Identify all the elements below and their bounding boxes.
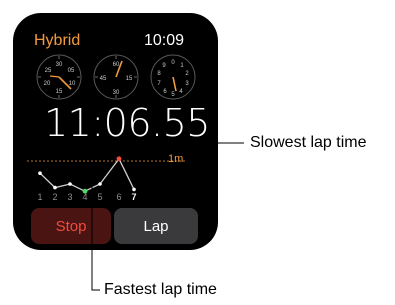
lap-number: 4: [82, 192, 88, 202]
seconds-subdial: 60 45 15 30: [93, 54, 139, 100]
stop-button[interactable]: Stop: [31, 208, 111, 244]
lap-number-row: 12345 67: [33, 192, 173, 206]
lap-number: 6: [116, 192, 122, 202]
svg-text:6: 6: [163, 89, 167, 95]
current-time: 10:09: [144, 32, 185, 49]
lap-point: [68, 182, 72, 186]
tenths-subdial: 0 1 9 2 8 3 7 4 6 5: [150, 54, 196, 100]
elapsed-time: 11:06.55: [44, 101, 210, 145]
svg-text:45: 45: [100, 76, 107, 82]
slowest-lap-callout: Slowest lap time: [250, 134, 367, 151]
svg-text:05: 05: [68, 68, 75, 74]
lap-point: [38, 171, 42, 175]
svg-text:30: 30: [113, 90, 120, 96]
graph-scale-label: 1m: [168, 153, 184, 165]
svg-text:30: 30: [56, 62, 63, 68]
svg-text:15: 15: [56, 89, 63, 95]
watch-screen: Hybrid 10:09 30 05 25 10 20 15 60 45 15 …: [13, 13, 218, 250]
svg-text:5: 5: [171, 92, 175, 98]
lap-point: [132, 187, 136, 192]
svg-text:1: 1: [180, 63, 184, 69]
fastest-lap-callout: Fastest lap time: [104, 281, 217, 298]
svg-text:0: 0: [171, 60, 175, 66]
svg-text:4: 4: [179, 89, 183, 95]
lap-point: [98, 182, 102, 186]
lap-button[interactable]: Lap: [114, 208, 198, 244]
svg-text:2: 2: [185, 71, 189, 77]
lap-number: 5: [97, 192, 103, 202]
lap-number: 2: [52, 192, 58, 202]
svg-text:10: 10: [69, 81, 76, 87]
svg-text:8: 8: [157, 71, 161, 77]
svg-text:20: 20: [44, 81, 51, 87]
lap-number: 1: [37, 192, 43, 202]
svg-text:9: 9: [162, 63, 166, 69]
lap-number: 3: [67, 192, 73, 202]
hours-subdial: 30 05 25 10 20 15: [36, 54, 82, 100]
svg-text:15: 15: [126, 76, 133, 82]
lap-point: [53, 185, 57, 190]
svg-text:7: 7: [157, 81, 161, 87]
stopwatch-mode-title[interactable]: Hybrid: [34, 32, 80, 50]
lap-number: 7: [131, 192, 137, 202]
svg-text:25: 25: [45, 68, 52, 74]
slowest-lap-point: [116, 156, 122, 162]
tenths-hand: [172, 76, 177, 92]
svg-text:3: 3: [185, 81, 189, 87]
